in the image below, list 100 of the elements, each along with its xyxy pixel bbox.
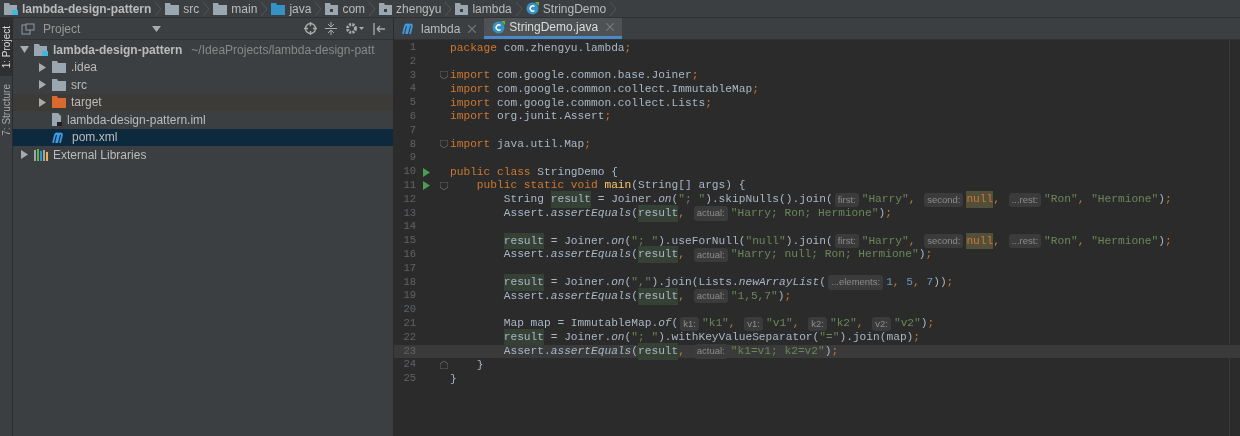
breadcrumb-item[interactable]: lambda-design-pattern bbox=[4, 0, 152, 18]
string-literal: "null" bbox=[745, 233, 786, 249]
code-text: (String[] args) { bbox=[631, 178, 746, 194]
keyword: , bbox=[913, 275, 921, 291]
expanded-arrow-icon[interactable] bbox=[19, 46, 29, 54]
code-text: Map map = ImmutableMap. bbox=[502, 316, 659, 332]
keyword: package bbox=[450, 40, 497, 56]
breadcrumb-item[interactable]: StringDemo bbox=[525, 0, 607, 18]
breadcrumb-item[interactable]: java bbox=[271, 0, 312, 18]
code-text: com.google.common.collect.Lists bbox=[496, 95, 706, 111]
close-icon[interactable] bbox=[468, 24, 477, 33]
parameter-hint: second: bbox=[924, 192, 964, 207]
variable: result bbox=[638, 343, 679, 360]
string-literal: "1,5,7" bbox=[730, 288, 778, 304]
keyword: ; bbox=[913, 330, 921, 346]
keyword: ; bbox=[946, 275, 954, 291]
parameter-hint: actual: bbox=[693, 247, 728, 262]
chevron-icon bbox=[155, 1, 162, 16]
breadcrumb-item[interactable]: com bbox=[325, 0, 366, 18]
tree-item[interactable]: pom.xml bbox=[13, 128, 393, 146]
editor-tab[interactable]: lambda bbox=[394, 18, 485, 39]
tree-item[interactable]: lambda-design-pattern ~/IdeaProjects/lambda-design-patt bbox=[13, 41, 393, 59]
keyword: , bbox=[892, 275, 901, 291]
breadcrumb-item[interactable]: zhengyu bbox=[379, 0, 442, 18]
code-text: ).withKeyValueSeparator( bbox=[658, 330, 820, 346]
keyword: , bbox=[678, 344, 687, 360]
collapsed-arrow-icon[interactable] bbox=[37, 80, 47, 90]
string-literal: "Hermione" bbox=[1091, 192, 1159, 208]
parameter-hint: ...rest: bbox=[1008, 233, 1042, 249]
collapsed-arrow-icon[interactable] bbox=[19, 150, 29, 160]
number-literal: 5 bbox=[906, 275, 913, 291]
keyword: ; bbox=[624, 40, 632, 56]
code-text: StringDemo { bbox=[536, 164, 618, 180]
string-literal: "Harry; Ron; Hermione" bbox=[730, 206, 879, 222]
method-name: newArrayList bbox=[738, 275, 820, 291]
parameter-hint: v2: bbox=[872, 316, 891, 331]
dropdown-icon[interactable] bbox=[152, 25, 162, 32]
breadcrumb-item[interactable]: main bbox=[213, 0, 258, 18]
breadcrumb-item[interactable]: src bbox=[165, 0, 200, 18]
code-text: = Joiner. bbox=[549, 233, 612, 249]
keyword: ; bbox=[1165, 233, 1172, 249]
code-text: ) bbox=[1158, 192, 1165, 208]
code-text: ( bbox=[671, 192, 679, 208]
run-icon[interactable] bbox=[423, 167, 430, 177]
tool-window-tab[interactable]: 1: Project bbox=[0, 18, 12, 77]
code-text: org.junit.Assert bbox=[496, 109, 605, 125]
parameter-hint: actual: bbox=[693, 289, 728, 304]
code-text: = Joiner. bbox=[596, 192, 659, 208]
code-text: java.util.Map bbox=[496, 137, 585, 153]
tree-item[interactable]: src bbox=[13, 76, 393, 94]
string-literal: "Harry" bbox=[861, 233, 909, 249]
keyword: ; bbox=[925, 247, 933, 263]
code-text: com.google.common.base.Joiner bbox=[496, 68, 692, 84]
collapsed-arrow-icon[interactable] bbox=[37, 97, 47, 107]
locate-icon[interactable] bbox=[304, 22, 317, 35]
method-name: on bbox=[611, 330, 625, 346]
run-icon[interactable] bbox=[423, 181, 430, 191]
hide-icon[interactable] bbox=[373, 22, 385, 35]
collapse-icon[interactable] bbox=[325, 22, 337, 35]
collapsed-arrow-icon[interactable] bbox=[37, 62, 47, 72]
keyword: , bbox=[678, 247, 687, 263]
panel-title: Project bbox=[43, 20, 81, 38]
line-number: 7 bbox=[408, 122, 416, 138]
tree-item[interactable]: .idea bbox=[13, 58, 393, 76]
null-keyword: null bbox=[966, 191, 994, 209]
number-literal: 1 bbox=[886, 275, 893, 291]
code-text: Assert. bbox=[502, 288, 551, 304]
code-editor[interactable] bbox=[394, 40, 1240, 436]
method-name: on bbox=[658, 192, 672, 208]
code-text: } bbox=[475, 357, 484, 373]
code-text: ( bbox=[631, 344, 638, 360]
variable: result bbox=[503, 274, 544, 291]
tree-item[interactable]: External Libraries bbox=[13, 146, 393, 164]
code-text: } bbox=[450, 371, 457, 387]
breadcrumb-item[interactable]: lambda bbox=[455, 0, 512, 18]
settings-icon[interactable] bbox=[345, 22, 365, 35]
parameter-hint: actual: bbox=[693, 206, 728, 221]
chevron-icon bbox=[315, 1, 322, 16]
line-number: 13 bbox=[402, 205, 416, 221]
code-text: Assert. bbox=[502, 344, 551, 360]
variable: result bbox=[550, 191, 591, 209]
method-name: main bbox=[603, 178, 632, 194]
keyword: ; bbox=[705, 95, 712, 111]
code-text: Assert. bbox=[502, 206, 551, 222]
tree-item[interactable]: lambda-design-pattern.iml bbox=[13, 111, 393, 129]
code-text: ).useForNull( bbox=[658, 233, 746, 249]
tree-item[interactable]: target bbox=[13, 93, 393, 111]
string-literal: "v1" bbox=[765, 316, 793, 332]
editor-tab[interactable]: StringDemo.java bbox=[484, 18, 623, 39]
number-literal: 7 bbox=[926, 275, 934, 291]
chevron-icon bbox=[610, 1, 617, 16]
keyword: ; bbox=[927, 316, 935, 332]
line-number: 17 bbox=[402, 260, 416, 276]
code-text: )) bbox=[933, 275, 947, 291]
tool-window-tab[interactable]: 7: Structure bbox=[0, 76, 12, 144]
line-number: 3 bbox=[408, 67, 416, 83]
keyword: , bbox=[792, 316, 801, 332]
method-name: assertEquals bbox=[550, 344, 632, 360]
class-icon bbox=[492, 20, 506, 34]
library-icon bbox=[34, 148, 48, 161]
